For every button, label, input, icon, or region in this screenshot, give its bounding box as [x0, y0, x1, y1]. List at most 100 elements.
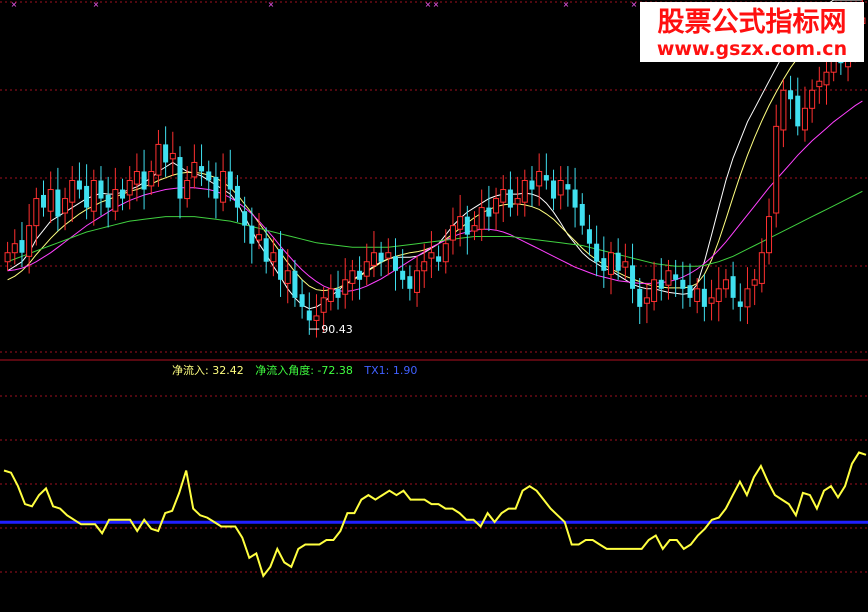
marker-x: ×	[563, 0, 570, 9]
candle	[255, 213, 263, 250]
candle	[414, 256, 421, 307]
candle-body-up	[816, 80, 823, 88]
candle	[486, 185, 492, 232]
candle-body-up	[665, 270, 672, 286]
candle	[120, 178, 126, 211]
candle	[26, 203, 33, 274]
svg-text:净流入: 32.42 净流入角度: -72.: 净流入: 32.42 净流入角度: -72.38 TX1: 1.90	[172, 363, 417, 377]
candle	[572, 167, 578, 228]
candle	[47, 171, 54, 223]
candle-body-up	[622, 261, 629, 268]
candle-body-down	[737, 301, 743, 307]
candle-body-up	[421, 261, 428, 272]
candle-body-up	[414, 270, 421, 293]
candle	[313, 294, 320, 338]
candle-body-down	[278, 249, 284, 280]
legend-value-tx1: 1.90	[393, 364, 418, 377]
candle-body-up	[471, 225, 478, 232]
candle	[701, 274, 707, 322]
candle-body-down	[788, 90, 794, 100]
candle-body-down	[249, 225, 255, 244]
watermark-title: 股票公式指标网	[658, 7, 847, 38]
candle-body-down	[486, 207, 492, 217]
legend-value-angle: -72.38	[317, 364, 352, 377]
candle-body-down	[586, 229, 592, 244]
candle-body-down	[680, 279, 686, 289]
candle	[607, 241, 615, 295]
candle	[601, 236, 607, 288]
candle	[500, 175, 507, 223]
marker-x: ×	[93, 0, 100, 9]
candle	[680, 261, 686, 309]
candle-body-up	[349, 270, 356, 284]
candle-body-down	[795, 95, 801, 127]
candle-body-up	[744, 288, 751, 308]
candle-body-up	[255, 234, 263, 241]
candle	[191, 144, 198, 189]
candle-body-up	[33, 198, 40, 227]
candle	[213, 162, 219, 219]
candle	[551, 169, 557, 211]
candle-body-down	[701, 288, 707, 307]
candle	[809, 79, 816, 123]
candle-body-down	[40, 194, 47, 208]
marker-x: ×	[11, 0, 18, 9]
top-markers: × × × × × × ×	[11, 0, 638, 9]
candle-body-down	[105, 194, 111, 208]
candle	[493, 187, 500, 231]
candle	[133, 153, 140, 202]
candle-body-up	[342, 279, 349, 295]
stock-chart: × × × × × × × 90.43 净流入: 32.42 净流入角度: -72.38 T…	[0, 0, 868, 612]
candle-body-down	[400, 270, 406, 280]
candle-body-down	[234, 185, 240, 208]
candle-body-up	[773, 125, 780, 214]
candle	[507, 171, 513, 217]
candle	[335, 270, 341, 310]
candle-body-down	[84, 185, 90, 208]
candle	[357, 256, 363, 300]
netflow-line	[3, 451, 867, 579]
legend-value-netflow: 32.42	[212, 364, 244, 377]
candle-body-up	[780, 89, 787, 131]
candle-body-down	[551, 180, 557, 199]
candle	[673, 259, 679, 297]
candle-body-up	[320, 297, 327, 313]
candle-body-down	[730, 276, 736, 298]
candle-body-up	[26, 225, 33, 257]
candle	[55, 167, 61, 232]
candle	[529, 166, 535, 207]
candle-body-down	[464, 216, 470, 235]
candle-body-up	[823, 71, 830, 86]
candle	[169, 131, 176, 176]
candle	[126, 166, 133, 210]
marker-x: ×	[425, 0, 432, 9]
candle-body-up	[442, 243, 449, 263]
candle-body-down	[199, 166, 205, 172]
candle-body-up	[313, 315, 320, 321]
candle	[278, 231, 284, 297]
candle-body-up	[708, 297, 715, 304]
candle-body-up	[62, 198, 69, 214]
candle	[751, 268, 758, 306]
candle-body-up	[90, 180, 97, 212]
candle-body-down	[594, 243, 600, 262]
candle	[637, 277, 643, 325]
candle	[363, 243, 370, 286]
candle-body-up	[809, 89, 816, 109]
candle	[40, 180, 47, 217]
candle-body-down	[392, 256, 399, 271]
indicator-legend: 净流入: 32.42 净流入角度: -72.38 TX1: 1.90	[172, 363, 417, 377]
candle-body-down	[572, 189, 578, 208]
candle	[263, 227, 269, 274]
candle	[69, 166, 76, 223]
candle-body-up	[557, 180, 564, 196]
candle-body-down	[76, 180, 82, 190]
candle	[449, 207, 456, 255]
candle-body-up	[694, 288, 701, 302]
candle	[299, 279, 305, 319]
candle-body-up	[500, 189, 507, 203]
candle	[795, 77, 801, 136]
candle-body-down	[687, 285, 693, 298]
candle	[744, 267, 751, 325]
watermark-url: www.gszx.com.cn	[657, 38, 847, 60]
